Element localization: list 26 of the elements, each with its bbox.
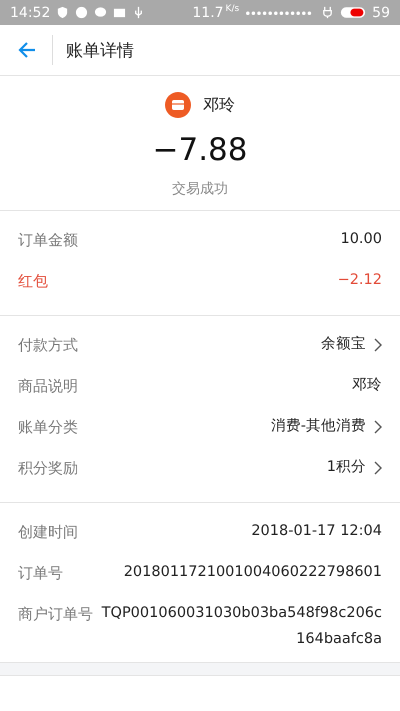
row-value: TQP001060031030b03ba548f98c206c164baafc8a [101,604,382,649]
row-value: −2.12 [336,271,382,290]
status-time: 14:52 [10,4,50,20]
row-label: 订单号 [18,563,63,583]
row-value[interactable]: 1积分 [86,446,366,480]
row-value[interactable]: 消费-其他消费 [86,405,366,439]
transaction-status: 交易成功 [172,180,228,198]
battery-level: 59 [372,4,390,20]
row-value: 10.00 [339,230,382,249]
row-label: 账单分类 [18,417,78,437]
amount: −7.88 [152,132,248,168]
row-label: 创建时间 [18,522,78,542]
merchant-name: 邓玲 [203,94,235,116]
page-title: 账单详情 [66,40,134,62]
speed-unit: K/s [226,4,240,14]
network-speed: 11.7 [192,4,224,20]
row-value: 2018011721001004060222798601 [122,563,382,582]
row-label: 商户订单号 [18,604,93,624]
row-label: 红包 [18,271,48,291]
row-value: 2018-01-17 12:04 [250,522,382,541]
row-value[interactable]: 余额宝 [86,323,366,357]
row-label: 付款方式 [18,335,78,355]
row-label: 订单金额 [18,230,78,250]
row-label: 商品说明 [18,376,78,396]
row-value: 邓玲 [351,376,382,395]
row-label: 积分奖励 [18,458,78,478]
